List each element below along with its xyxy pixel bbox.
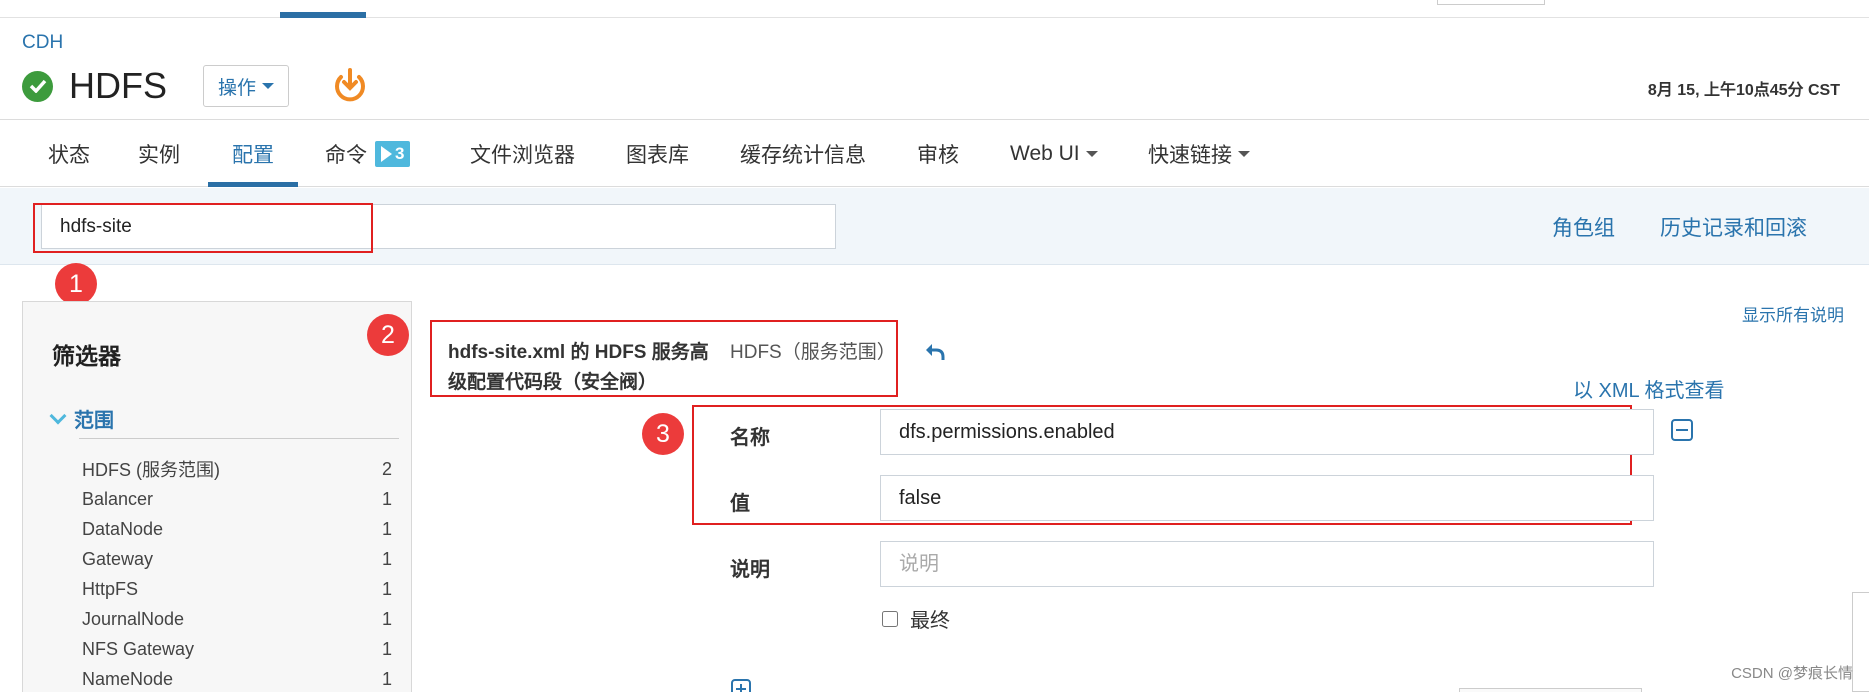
history-rollback-link[interactable]: 历史记录和回滚 <box>1660 212 1807 242</box>
status-ok-icon <box>22 70 53 102</box>
filter-item[interactable]: Balancer 1 <box>82 484 392 514</box>
cluster-link[interactable]: CDH <box>22 32 63 54</box>
filter-item[interactable]: NameNode 1 <box>82 664 392 692</box>
name-label: 名称 <box>730 427 770 449</box>
add-row-icon[interactable] <box>731 679 751 692</box>
show-all-descriptions-link[interactable]: 显示所有说明 <box>1742 301 1844 326</box>
commands-count-badge: 3 <box>375 141 411 167</box>
filter-item[interactable]: NFS Gateway 1 <box>82 634 392 664</box>
watermark: CSDN @梦痕长情 <box>1731 665 1853 682</box>
tab-audit[interactable]: 审核 <box>917 121 959 187</box>
annotation-badge-2: 2 <box>367 314 409 356</box>
value-label: 值 <box>730 493 750 515</box>
filter-item[interactable]: DataNode 1 <box>82 514 392 544</box>
filters-title: 筛选器 <box>52 343 121 369</box>
tab-cache-stats[interactable]: 缓存统计信息 <box>740 121 866 187</box>
service-tabs: 状态 实例 配置 命令 3 文件浏览器 图表库 缓存统计信息 审核 Web UI… <box>0 121 1869 187</box>
remove-row-icon[interactable] <box>1671 419 1693 441</box>
reset-default-icon[interactable] <box>924 340 946 362</box>
chevron-down-icon <box>49 407 67 424</box>
top-nav-strip <box>0 0 1869 18</box>
filter-item[interactable]: JournalNode 1 <box>82 604 392 634</box>
filter-item[interactable]: Gateway 1 <box>82 544 392 574</box>
property-value-input[interactable] <box>880 475 1654 521</box>
description-label: 说明 <box>730 559 770 581</box>
annotation-badge-1: 1 <box>55 263 97 305</box>
tab-configuration[interactable]: 配置 <box>208 121 298 187</box>
scope-section-toggle[interactable]: 范围 <box>49 404 114 433</box>
divider <box>79 438 399 439</box>
bottom-popover-edge <box>1459 688 1642 692</box>
property-title: hdfs-site.xml 的 HDFS 服务高级配置代码段（安全阀） <box>448 342 709 393</box>
play-icon <box>381 146 392 162</box>
top-nav-search-box[interactable] <box>1437 0 1545 5</box>
scope-filter-list: HDFS (服务范围) 2 Balancer 1 DataNode 1 Gateway… <box>82 454 392 692</box>
service-name: HDFS <box>69 65 167 106</box>
final-checkbox-row[interactable]: 最终 <box>882 604 950 633</box>
tab-status[interactable]: 状态 <box>48 121 90 187</box>
chevron-down-icon <box>1238 151 1250 157</box>
annotation-badge-3: 3 <box>642 413 684 455</box>
actions-label: 操作 <box>218 77 257 99</box>
feedback-tab[interactable] <box>1852 592 1869 692</box>
current-time: 8月 15, 上午10点45分 CST <box>1647 82 1840 99</box>
annotation-box-1 <box>33 203 373 253</box>
tab-web-ui[interactable]: Web UI <box>1010 121 1098 187</box>
property-description-input[interactable] <box>880 541 1654 587</box>
property-scope: HDFS（服务范围） <box>730 342 896 363</box>
property-name-input[interactable] <box>880 409 1654 455</box>
tab-commands[interactable]: 命令 3 <box>325 121 411 187</box>
chevron-down-icon <box>262 83 275 89</box>
chevron-down-icon <box>1085 151 1098 157</box>
tab-quick-links[interactable]: 快速链接 <box>1148 121 1250 187</box>
tab-chart-library[interactable]: 图表库 <box>626 121 689 187</box>
power-restart-icon[interactable] <box>329 65 371 107</box>
filter-item[interactable]: HDFS (服务范围) 2 <box>82 454 392 484</box>
filter-item[interactable]: HttpFS 1 <box>82 574 392 604</box>
service-header: CDH HDFS 操作 8月 15, 上午10点45分 CST <box>0 18 1869 120</box>
final-checkbox[interactable] <box>882 610 898 627</box>
filters-sidebar: 筛选器 范围 HDFS (服务范围) 2 Balancer 1 DataNode 1 … <box>22 301 412 692</box>
tab-file-browser[interactable]: 文件浏览器 <box>470 121 575 187</box>
service-title-row: HDFS 操作 <box>22 62 371 110</box>
view-as-xml-link[interactable]: 以 XML 格式查看 <box>1573 374 1725 403</box>
tab-instances[interactable]: 实例 <box>138 121 180 187</box>
role-groups-link[interactable]: 角色组 <box>1552 212 1615 242</box>
actions-dropdown-button[interactable]: 操作 <box>203 65 290 107</box>
